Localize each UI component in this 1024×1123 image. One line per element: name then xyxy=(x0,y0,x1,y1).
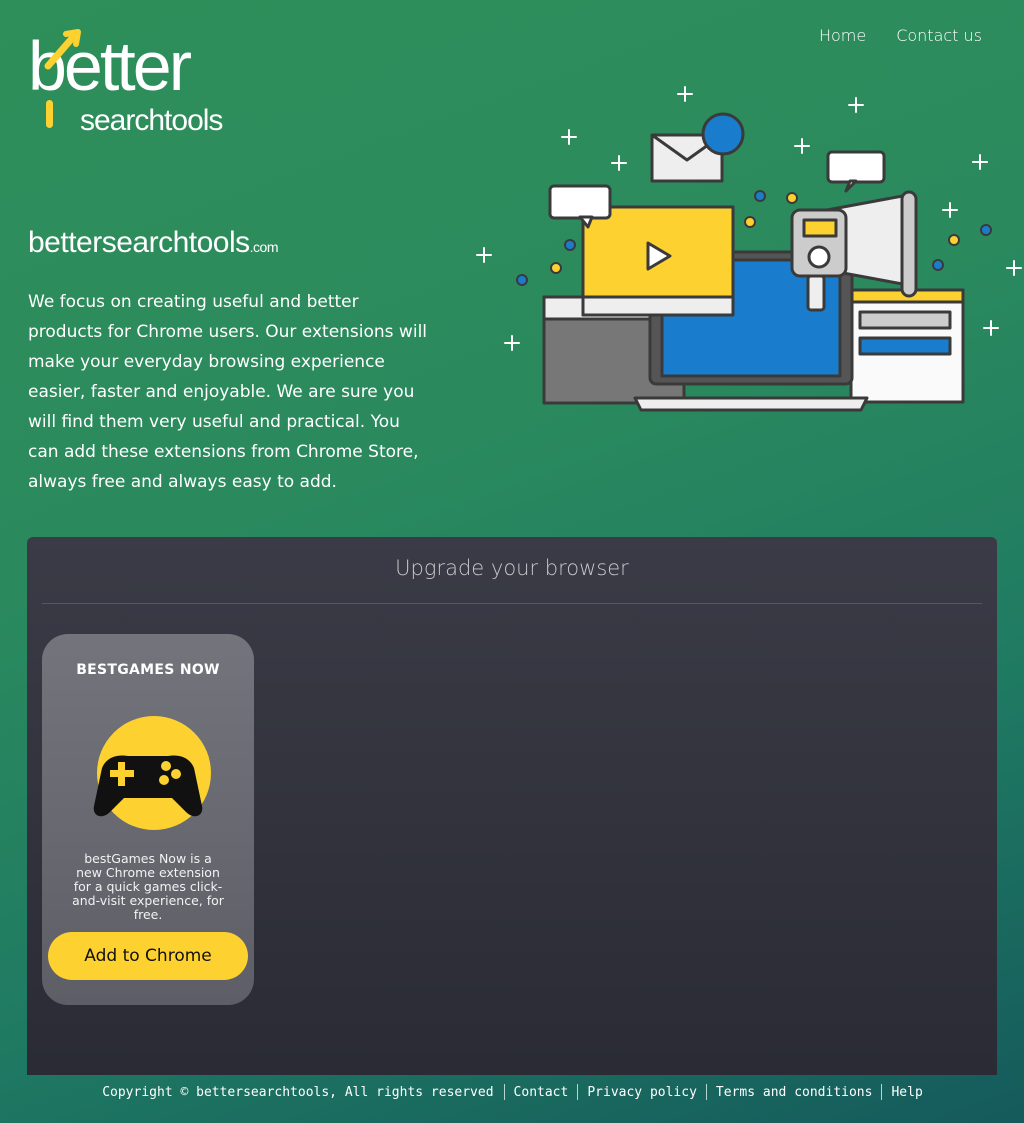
intro-text: We focus on creating useful and better p… xyxy=(28,292,428,492)
extension-card: BESTGAMES NOW bestGames Now is a new Chr… xyxy=(42,634,254,1005)
footer-link-help[interactable]: Help xyxy=(882,1085,931,1100)
marketing-illustration xyxy=(476,86,1022,412)
better-searchtools-logo[interactable]: better searchtools xyxy=(26,28,251,134)
panel-title: Upgrade your browser xyxy=(395,556,629,580)
logo-text-bottom: searchtools xyxy=(80,104,222,134)
logo-text-top: better xyxy=(28,28,192,105)
footer-link-terms[interactable]: Terms and conditions xyxy=(707,1085,882,1100)
footer-link-privacy[interactable]: Privacy policy xyxy=(578,1085,706,1100)
nav-home[interactable]: Home xyxy=(819,26,866,45)
upgrade-panel: Upgrade your browser BESTGAMES NOW bestG… xyxy=(27,537,997,1075)
footer-link-contact[interactable]: Contact xyxy=(505,1085,578,1100)
nav-contact-us[interactable]: Contact us xyxy=(896,26,982,45)
card-description: bestGames Now is a new Chrome extension … xyxy=(72,851,224,922)
brand-name: bettersearchtools xyxy=(28,226,250,259)
footer-copyright: Copyright © bettersearchtools, All right… xyxy=(102,1084,494,1100)
brand-wordmark: bettersearchtools.com xyxy=(28,226,278,260)
panel-divider xyxy=(42,603,982,604)
footer: Copyright © bettersearchtools, All right… xyxy=(0,1084,1024,1100)
add-to-chrome-button[interactable]: Add to Chrome xyxy=(48,932,248,980)
gamepad-icon xyxy=(93,716,211,830)
brand-tld: .com xyxy=(249,239,279,255)
top-nav: Home Contact us xyxy=(819,26,982,45)
card-title: BESTGAMES NOW xyxy=(76,662,220,678)
